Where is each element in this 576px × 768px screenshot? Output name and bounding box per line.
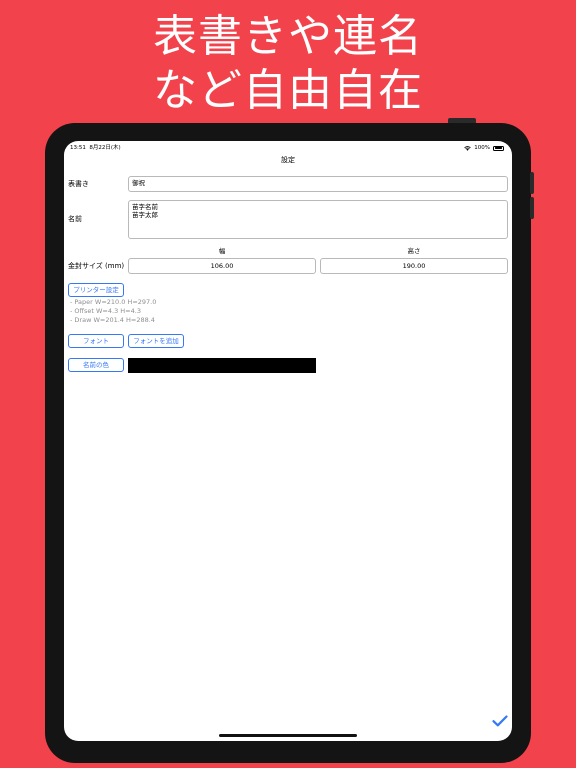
omote-input[interactable]: 御祝 (128, 176, 508, 192)
status-time: 13:51 8月22日(木) (70, 145, 121, 151)
nav-title: 設定 (281, 156, 295, 164)
width-header: 幅 (218, 247, 226, 255)
home-indicator (219, 734, 357, 737)
promo-headline: 表書きや連名 など自由自在 (0, 10, 576, 118)
printer-paper-info: - Paper W=210.0 H=297.0 (70, 298, 157, 306)
envelope-size-label: 金封サイズ (mm) (68, 262, 125, 270)
app-screen: 13:51 8月22日(木) 100% 設定 表書き 御祝 名前 苗字名前 苗字… (64, 141, 512, 741)
font-button[interactable]: フォント (68, 334, 124, 348)
printer-draw-info: - Draw W=201.4 H=288.4 (70, 316, 155, 324)
headline-line-1: 表書きや連名 (153, 11, 423, 62)
wifi-icon (464, 145, 472, 151)
height-input[interactable]: 190.00 (320, 258, 508, 274)
name-color-button[interactable]: 名前の色 (68, 358, 124, 372)
height-header: 高さ (407, 247, 421, 255)
width-input[interactable]: 106.00 (128, 258, 316, 274)
height-value: 190.00 (402, 262, 426, 270)
checkmark-icon[interactable] (492, 715, 508, 727)
name-line-2: 苗字太郎 (132, 211, 158, 219)
status-bar: 13:51 8月22日(木) 100% (70, 143, 504, 153)
printer-offset-info: - Offset W=4.3 H=4.3 (70, 307, 141, 315)
headline-line-2: など自由自在 (153, 65, 423, 116)
name-textarea[interactable]: 苗字名前 苗字太郎 (128, 200, 508, 239)
name-label: 名前 (68, 215, 82, 223)
width-value: 106.00 (210, 262, 234, 270)
device-volume-up (530, 172, 534, 194)
status-right: 100% (464, 143, 504, 153)
add-font-button[interactable]: フォントを追加 (128, 334, 184, 348)
battery-percent: 100% (474, 145, 490, 151)
printer-settings-button[interactable]: プリンター設定 (68, 283, 124, 297)
omote-label: 表書き (68, 180, 89, 188)
omote-value: 御祝 (132, 179, 145, 187)
name-line-1: 苗字名前 (132, 203, 158, 211)
battery-icon (493, 145, 504, 151)
name-color-swatch[interactable] (128, 358, 316, 373)
device-volume-down (530, 197, 534, 219)
